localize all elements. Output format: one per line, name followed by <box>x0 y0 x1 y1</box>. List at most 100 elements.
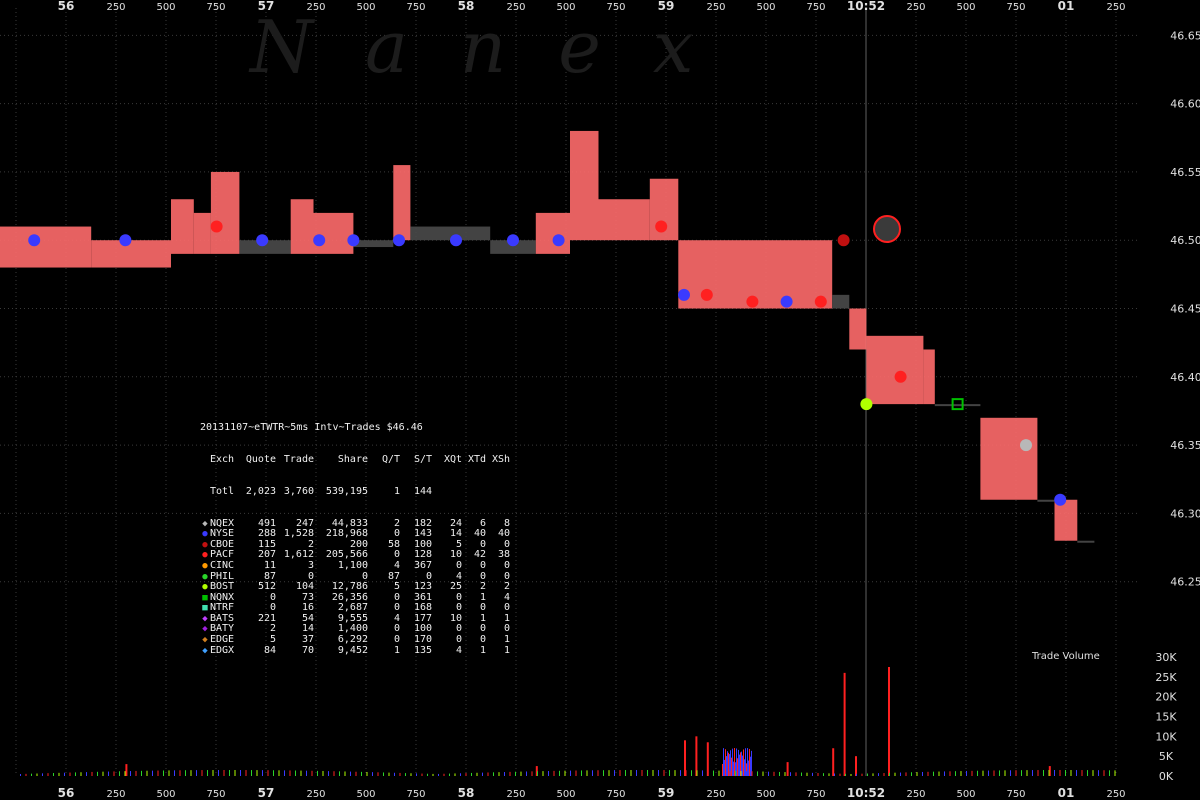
x-tick-label: 250 <box>1106 2 1125 13</box>
stats-title: 20131107~eTWTR~5ms Intv~Trades $46.46 <box>200 422 423 434</box>
volume-bar <box>707 770 709 776</box>
volume-bar <box>58 772 60 776</box>
nbbo-block <box>535 212 570 254</box>
volume-bar <box>245 770 247 776</box>
volume-bar <box>738 749 739 776</box>
volume-bar <box>737 758 738 776</box>
x-tick-label: 500 <box>156 789 175 800</box>
stats-header-row: Exch Quote Trade Share Q/T S/T XQt XTd XSh <box>200 453 510 466</box>
volume-bar <box>432 773 434 776</box>
x-tick-label: 57 <box>258 786 275 800</box>
volume-bar <box>1059 770 1061 776</box>
y-tick-label: 46.25 <box>1170 576 1200 589</box>
nbbo-block <box>0 226 92 268</box>
stats-total-row: Totl 2,023 3,760 539,195 1 144 <box>200 485 510 498</box>
x-tick-label: 250 <box>706 2 725 13</box>
volume-bar <box>749 748 750 776</box>
volume-bar <box>125 764 128 776</box>
nbbo-block <box>171 199 194 254</box>
volume-bars <box>20 667 1116 776</box>
exchange-legend-icon: ● <box>202 582 208 593</box>
volume-bar <box>746 771 747 776</box>
volume-bar <box>773 771 775 776</box>
x-tick-label: 750 <box>206 789 225 800</box>
x-tick-label: 500 <box>756 2 775 13</box>
volume-bar <box>454 773 456 776</box>
volume-bar <box>427 773 428 776</box>
volume-bar <box>768 771 769 776</box>
nbbo-block <box>832 294 850 309</box>
stats-cell: 0 <box>479 559 486 571</box>
volume-bar <box>725 749 726 776</box>
x-tick-label: 58 <box>458 0 475 13</box>
volume-bar <box>722 764 723 776</box>
nbbo-block <box>210 171 240 254</box>
volume-bar <box>394 772 395 776</box>
nbbo-block <box>598 199 650 241</box>
volume-bar <box>779 771 780 776</box>
volume-bar <box>784 772 786 776</box>
stats-cell: 1 <box>503 644 510 656</box>
volume-bar <box>1070 770 1072 776</box>
stats-cell: 1 <box>393 485 400 497</box>
volume-bar <box>1037 770 1039 776</box>
volume-bar <box>355 771 357 776</box>
volume-bar <box>845 773 846 776</box>
volume-bar <box>482 772 483 776</box>
stats-cell: Q/T <box>381 453 400 465</box>
nbbo-block <box>1037 499 1055 502</box>
volume-bar <box>284 770 285 776</box>
volume-bar <box>146 770 148 776</box>
volume-bar <box>718 770 720 776</box>
nbbo-block <box>410 226 491 241</box>
stats-cell: 0 <box>455 559 462 571</box>
stats-cell: 2,023 <box>245 485 276 497</box>
volume-bar <box>1109 770 1110 776</box>
volume-bar <box>927 771 929 776</box>
volume-bar <box>669 770 670 776</box>
volume-bar <box>762 771 764 776</box>
volume-bar <box>806 772 808 776</box>
volume-bar <box>91 771 93 776</box>
volume-bar <box>888 667 890 776</box>
volume-bar <box>471 772 472 776</box>
volume-bar <box>168 770 170 776</box>
volume-bar <box>537 771 538 776</box>
volume-tick-label: 20K <box>1155 691 1177 704</box>
x-tick-label: 250 <box>106 789 125 800</box>
x-tick-label: 750 <box>806 789 825 800</box>
y-tick-label: 46.50 <box>1170 234 1200 247</box>
nbbo-block <box>290 199 314 254</box>
trade-marker <box>678 288 690 301</box>
volume-bar <box>1048 770 1050 776</box>
volume-bar <box>1054 770 1055 776</box>
volume-bar <box>405 773 406 776</box>
x-tick-label: 750 <box>1006 2 1025 13</box>
nbbo-block <box>849 308 867 350</box>
gridlines <box>0 8 1140 776</box>
trade-marker <box>860 398 873 411</box>
stats-cell: 3 <box>307 559 314 571</box>
volume-bar <box>663 770 665 776</box>
volume-bar <box>498 772 500 776</box>
trade-marker <box>894 370 907 383</box>
volume-bar <box>586 770 588 776</box>
trade-marker <box>655 220 668 233</box>
volume-bar <box>267 770 269 776</box>
volume-bar <box>828 773 830 776</box>
volume-bar <box>731 757 732 776</box>
volume-bar <box>157 770 159 776</box>
trade-marker <box>507 234 519 247</box>
exchange-legend-icon: ◆ <box>202 518 208 529</box>
volume-bar <box>86 772 87 776</box>
volume-bar <box>745 748 746 776</box>
volume-bar <box>1010 770 1011 776</box>
x-tick-label: 250 <box>706 789 725 800</box>
x-tick-label: 750 <box>406 789 425 800</box>
stats-cell: 84 <box>263 644 276 656</box>
volume-bar <box>229 770 230 776</box>
volume-bar <box>36 773 38 776</box>
volume-bar <box>548 770 549 776</box>
trade-marker <box>28 234 41 247</box>
volume-bar <box>201 770 203 776</box>
